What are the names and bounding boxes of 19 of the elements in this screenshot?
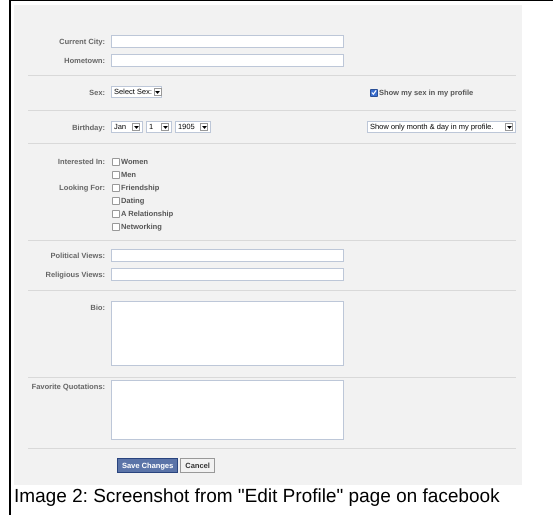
checkbox[interactable]: [112, 184, 120, 192]
caret-icon: [200, 123, 208, 131]
checkbox[interactable]: [112, 170, 120, 178]
caret-icon: [505, 123, 513, 131]
caret-icon: [132, 123, 140, 131]
caret-icon: [161, 123, 169, 131]
text-field[interactable]: [111, 54, 344, 67]
text-field[interactable]: [111, 35, 344, 48]
image-caption: Image 2: Screenshot from "Edit Profile" page on facebook: [14, 486, 501, 507]
checkbox[interactable]: [370, 88, 378, 96]
checkbox[interactable]: [112, 196, 120, 204]
text-area[interactable]: [111, 380, 344, 440]
checkbox[interactable]: [112, 158, 120, 166]
text-area[interactable]: [111, 301, 344, 366]
checkbox[interactable]: [112, 210, 120, 218]
text-field[interactable]: [111, 268, 344, 281]
caret-icon: [154, 88, 162, 96]
text-field[interactable]: [111, 249, 344, 262]
checkbox[interactable]: [112, 222, 120, 230]
